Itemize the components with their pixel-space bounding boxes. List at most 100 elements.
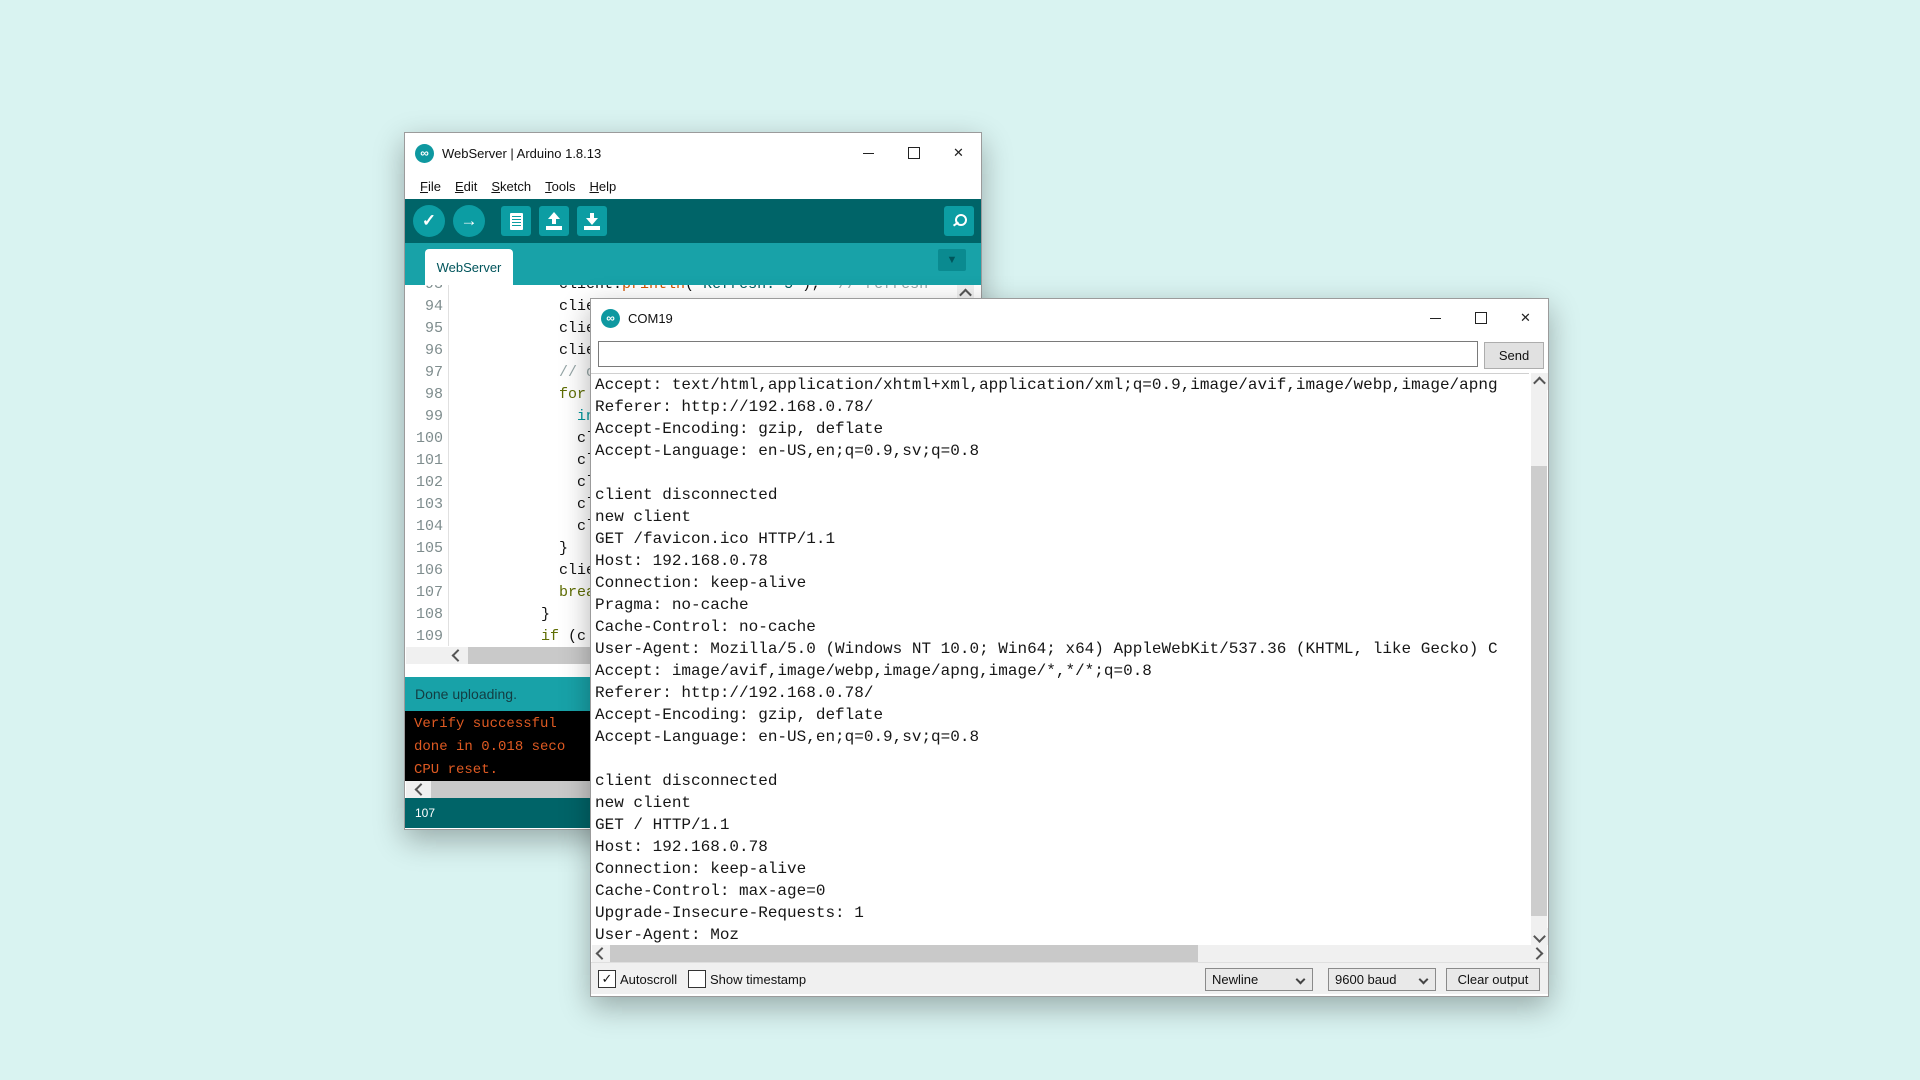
monitor-maximize-button[interactable] — [1458, 299, 1503, 337]
serial-output-area[interactable]: Accept: text/html,application/xhtml+xml,… — [591, 373, 1529, 946]
ide-toolbar: ✓ → — [405, 199, 981, 243]
serial-line — [595, 748, 1529, 770]
serial-line: Connection: keep-alive — [595, 572, 1529, 594]
line-ending-value: Newline — [1212, 972, 1258, 987]
serial-line: client disconnected — [595, 770, 1529, 792]
scroll-left-arrow-icon[interactable] — [448, 647, 465, 664]
ide-menubar: File Edit Sketch Tools Help — [405, 173, 981, 199]
scroll-right-arrow-icon[interactable] — [1530, 945, 1547, 962]
line-ending-dropdown[interactable]: Newline — [1205, 968, 1313, 991]
close-icon: ✕ — [953, 145, 964, 161]
save-button[interactable] — [577, 206, 607, 236]
scroll-left-arrow-icon[interactable] — [592, 945, 609, 962]
serial-line: Referer: http://192.168.0.78/ — [595, 396, 1529, 418]
chevron-down-icon — [1419, 975, 1429, 985]
menu-file[interactable]: File — [413, 176, 448, 197]
upload-button[interactable]: → — [453, 205, 485, 237]
document-icon — [510, 213, 523, 230]
serial-line: User-Agent: Mozilla/5.0 (Windows NT 10.0… — [595, 638, 1529, 660]
serial-line: Connection: keep-alive — [595, 858, 1529, 880]
serial-input-row: Send — [591, 337, 1548, 373]
menu-help[interactable]: Help — [582, 176, 623, 197]
check-icon: ✓ — [602, 971, 613, 987]
maximize-icon — [908, 147, 920, 159]
arduino-app-icon: ∞ — [601, 309, 620, 328]
close-icon: ✕ — [1520, 310, 1531, 326]
serial-line: Accept-Encoding: gzip, deflate — [595, 418, 1529, 440]
current-line-indicator: 107 — [415, 806, 435, 820]
show-timestamp-checkbox[interactable]: ✓ — [688, 970, 706, 988]
serial-send-input[interactable] — [598, 341, 1478, 367]
serial-line — [595, 462, 1529, 484]
menu-tools[interactable]: Tools — [538, 176, 582, 197]
scroll-left-arrow-icon[interactable] — [411, 781, 428, 798]
serial-monitor-window: ∞ COM19 ✕ Send Accept: text/html,applica… — [590, 298, 1549, 997]
serial-line: Cache-Control: max-age=0 — [595, 880, 1529, 902]
baud-rate-value: 9600 baud — [1335, 972, 1396, 987]
serial-line: Host: 192.168.0.78 — [595, 836, 1529, 858]
chevron-down-icon: ▼ — [947, 254, 958, 266]
serial-horizontal-scrollbar[interactable] — [592, 945, 1547, 962]
magnifier-icon — [951, 213, 967, 229]
serial-line: Accept: image/avif,image/webp,image/apng… — [595, 660, 1529, 682]
code-line: 93 client.println("Refresh: 5"); // refr… — [405, 285, 981, 296]
monitor-minimize-button[interactable] — [1413, 299, 1458, 337]
scrollbar-thumb[interactable] — [610, 945, 1198, 962]
monitor-close-button[interactable]: ✕ — [1503, 299, 1548, 337]
download-tray-icon — [583, 212, 601, 230]
minimize-icon — [1430, 318, 1441, 319]
serial-line: User-Agent: Moz — [595, 924, 1529, 946]
serial-line: Accept: text/html,application/xhtml+xml,… — [595, 374, 1529, 396]
serial-monitor-title: COM19 — [628, 311, 673, 326]
menu-sketch[interactable]: Sketch — [484, 176, 538, 197]
maximize-icon — [1475, 312, 1487, 324]
serial-monitor-button[interactable] — [944, 206, 974, 236]
scrollbar-thumb[interactable] — [1531, 466, 1547, 916]
serial-line: Cache-Control: no-cache — [595, 616, 1529, 638]
ide-window-title: WebServer | Arduino 1.8.13 — [442, 146, 601, 161]
minimize-icon — [863, 153, 874, 154]
serial-line: Accept-Language: en-US,en;q=0.9,sv;q=0.8 — [595, 726, 1529, 748]
serial-line: Host: 192.168.0.78 — [595, 550, 1529, 572]
serial-line: client disconnected — [595, 484, 1529, 506]
tab-list-dropdown-button[interactable]: ▼ — [938, 249, 966, 271]
ide-maximize-button[interactable] — [891, 133, 936, 173]
autoscroll-checkbox[interactable]: ✓ — [598, 970, 616, 988]
scrollbar-thumb[interactable] — [431, 781, 591, 798]
scroll-down-arrow-icon[interactable] — [1531, 928, 1548, 945]
ide-close-button[interactable]: ✕ — [936, 133, 981, 173]
baud-rate-dropdown[interactable]: 9600 baud — [1328, 968, 1436, 991]
open-button[interactable] — [539, 206, 569, 236]
send-button[interactable]: Send — [1484, 342, 1544, 369]
serial-line: Pragma: no-cache — [595, 594, 1529, 616]
chevron-down-icon — [1296, 975, 1306, 985]
check-icon: ✓ — [422, 211, 436, 231]
serial-line: GET / HTTP/1.1 — [595, 814, 1529, 836]
serial-vertical-scrollbar[interactable] — [1531, 373, 1547, 945]
desktop: ∞ WebServer | Arduino 1.8.13 ✕ File Edit… — [0, 0, 1920, 1080]
scroll-up-arrow-icon[interactable] — [1531, 373, 1548, 390]
serial-monitor-controls: ✓ Autoscroll ✓ Show timestamp Newline 96… — [591, 962, 1548, 994]
menu-edit[interactable]: Edit — [448, 176, 484, 197]
status-message: Done uploading. — [415, 686, 517, 702]
tab-websSernever[interactable]: WebServer — [425, 249, 513, 285]
ide-minimize-button[interactable] — [846, 133, 891, 173]
arrow-right-icon: → — [461, 211, 478, 231]
upload-tray-icon — [545, 212, 563, 230]
serial-line: new client — [595, 506, 1529, 528]
clear-output-button[interactable]: Clear output — [1446, 968, 1540, 991]
tab-label: WebServer — [437, 260, 502, 275]
ide-tabbar: WebServer ▼ — [405, 243, 981, 285]
verify-button[interactable]: ✓ — [413, 205, 445, 237]
new-sketch-button[interactable] — [501, 206, 531, 236]
serial-monitor-titlebar[interactable]: ∞ COM19 ✕ — [591, 299, 1548, 337]
show-timestamp-label: Show timestamp — [710, 972, 806, 987]
serial-line: Upgrade-Insecure-Requests: 1 — [595, 902, 1529, 924]
arduino-app-icon: ∞ — [415, 144, 434, 163]
serial-line: new client — [595, 792, 1529, 814]
serial-line: GET /favicon.ico HTTP/1.1 — [595, 528, 1529, 550]
serial-line: Accept-Language: en-US,en;q=0.9,sv;q=0.8 — [595, 440, 1529, 462]
ide-titlebar[interactable]: ∞ WebServer | Arduino 1.8.13 ✕ — [405, 133, 981, 173]
autoscroll-label: Autoscroll — [620, 972, 677, 987]
serial-line: Accept-Encoding: gzip, deflate — [595, 704, 1529, 726]
